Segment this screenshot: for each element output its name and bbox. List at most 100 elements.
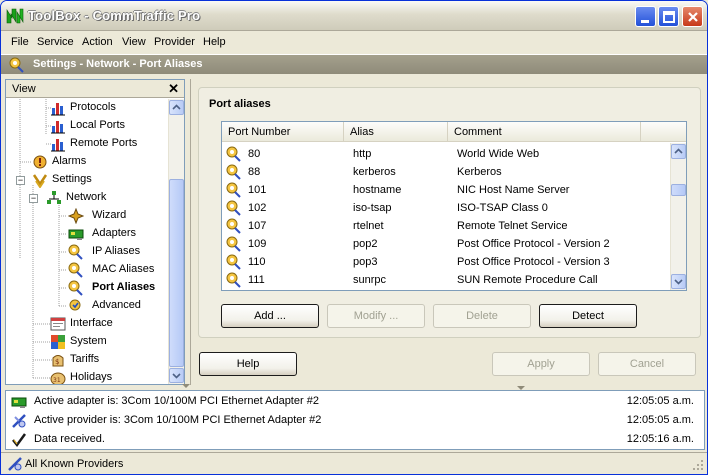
column-port-number[interactable]: Port Number — [222, 122, 344, 142]
tree-scrollbar[interactable] — [168, 99, 184, 384]
cell-alias: iso-tsap — [353, 202, 392, 214]
settings-collapse-toggle[interactable]: − — [16, 176, 25, 185]
resize-grip-icon[interactable] — [692, 459, 704, 471]
tree-item-label: Port Aliases — [92, 281, 156, 293]
table-row[interactable]: 110 pop3 Post Office Protocol - Version … — [222, 253, 670, 271]
table-row[interactable]: 80 http World Wide Web — [222, 145, 670, 163]
help-button[interactable]: Help — [199, 352, 297, 376]
menu-view[interactable]: View — [122, 36, 146, 48]
table-row[interactable]: 88 kerberos Kerberos — [222, 163, 670, 181]
title-bar[interactable]: ToolBox - CommTraffic Pro — [1, 1, 707, 31]
advanced-icon — [69, 299, 81, 311]
view-panel-close-icon[interactable]: ✕ — [168, 81, 179, 97]
window-title: ToolBox - CommTraffic Pro — [28, 8, 201, 23]
provider-icon — [12, 414, 26, 428]
splitter-handle[interactable] — [182, 384, 190, 388]
scroll-down-button[interactable] — [169, 368, 184, 383]
scroll-down-button[interactable] — [671, 274, 686, 289]
cell-port: 101 — [248, 184, 267, 196]
network-icon — [47, 191, 61, 204]
menu-action[interactable]: Action — [82, 36, 113, 48]
column-alias[interactable]: Alias — [344, 122, 448, 142]
port-alias-icon — [226, 164, 241, 180]
breadcrumb: Settings - Network - Port Aliases — [33, 58, 203, 70]
table-row[interactable]: 111 sunrpc SUN Remote Procedure Call — [222, 271, 670, 289]
menu-file[interactable]: File — [11, 36, 29, 48]
list-header: Port Number Alias Comment — [222, 122, 686, 142]
status-bar: All Known Providers — [1, 452, 707, 474]
tariffs-icon: $ — [52, 355, 64, 367]
cell-port: 111 — [248, 274, 265, 286]
tree-item-label: Wizard — [92, 209, 127, 221]
chevron-down-icon — [674, 279, 683, 285]
svg-text:$: $ — [55, 358, 59, 366]
detect-button[interactable]: Detect — [539, 304, 637, 328]
table-row[interactable]: 109 pop2 Post Office Protocol - Version … — [222, 235, 670, 253]
cell-alias: rtelnet — [353, 220, 384, 232]
delete-button[interactable]: Delete — [433, 304, 531, 328]
port-aliases-list[interactable]: Port Number Alias Comment 80 http World … — [221, 121, 687, 291]
port-alias-icon — [9, 57, 24, 73]
port-alias-icon — [226, 146, 241, 162]
maximize-button[interactable] — [658, 6, 679, 27]
close-button[interactable] — [682, 6, 703, 27]
adapter-icon — [11, 397, 27, 408]
scroll-up-button[interactable] — [671, 144, 686, 159]
cell-port: 88 — [248, 166, 261, 178]
table-row[interactable]: 102 iso-tsap ISO-TSAP Class 0 — [222, 199, 670, 217]
tree-item-label: Interface — [70, 317, 113, 329]
log-message: Data received. — [34, 433, 105, 445]
port-alias-icon — [226, 236, 241, 252]
app-window: ToolBox - CommTraffic Pro File Service A… — [0, 0, 708, 475]
list-scrollbar[interactable] — [670, 143, 686, 290]
cell-comment: Kerberos — [457, 166, 502, 178]
scroll-up-button[interactable] — [169, 100, 184, 115]
tree-item-label: Network — [66, 191, 107, 203]
bar-chart-icon — [51, 121, 65, 134]
cancel-button[interactable]: Cancel — [598, 352, 696, 376]
menu-service[interactable]: Service — [37, 36, 74, 48]
cell-alias: pop3 — [353, 256, 378, 268]
navigation-tree: Protocols Local Ports Remote Ports Alarm… — [6, 99, 168, 384]
interface-icon — [50, 317, 66, 331]
cell-comment: Remote Telnet Service — [457, 220, 568, 232]
scroll-thumb[interactable] — [671, 184, 686, 196]
minimize-icon — [641, 20, 649, 23]
cell-alias: sunrpc — [353, 274, 387, 286]
provider-icon — [8, 457, 22, 471]
log-time: 12:05:16 a.m. — [626, 433, 694, 445]
maximize-icon — [663, 11, 675, 23]
cell-comment: ISO-TSAP Class 0 — [457, 202, 548, 214]
cell-comment: SUN Remote Procedure Call — [457, 274, 598, 286]
tree-item-label: Remote Ports — [70, 137, 138, 149]
scroll-thumb[interactable] — [169, 179, 184, 367]
cell-port: 107 — [248, 220, 267, 232]
adapter-icon — [68, 229, 84, 240]
cell-comment: Post Office Protocol - Version 3 — [457, 256, 610, 268]
view-panel: View ✕ Protocols Local Ports Remote Port… — [5, 79, 185, 385]
view-panel-title: View — [12, 83, 36, 95]
tree-item-label: Holidays — [70, 371, 113, 383]
cell-comment: World Wide Web — [457, 148, 540, 160]
network-collapse-toggle[interactable]: − — [29, 194, 38, 203]
menu-provider[interactable]: Provider — [154, 36, 195, 48]
cell-alias: kerberos — [353, 166, 396, 178]
table-row[interactable]: 107 rtelnet Remote Telnet Service — [222, 217, 670, 235]
cell-alias: http — [353, 148, 372, 160]
chevron-up-icon — [674, 148, 683, 154]
port-alias-icon — [226, 254, 241, 270]
apply-button[interactable]: Apply — [492, 352, 590, 376]
log-entry: Active provider is: 3Com 10/100M PCI Eth… — [6, 411, 704, 430]
column-comment[interactable]: Comment — [448, 122, 641, 142]
add-button[interactable]: Add ... — [221, 304, 319, 328]
tree-item-label: Protocols — [70, 101, 116, 113]
alias-icon — [68, 280, 83, 296]
table-row[interactable]: 101 hostname NIC Host Name Server — [222, 181, 670, 199]
tree-item-label: Settings — [52, 173, 92, 185]
minimize-button[interactable] — [635, 6, 656, 27]
modify-button[interactable]: Modify ... — [327, 304, 425, 328]
port-alias-icon — [226, 272, 241, 288]
menu-help[interactable]: Help — [203, 36, 226, 48]
port-alias-icon — [226, 200, 241, 216]
port-alias-icon — [226, 182, 241, 198]
